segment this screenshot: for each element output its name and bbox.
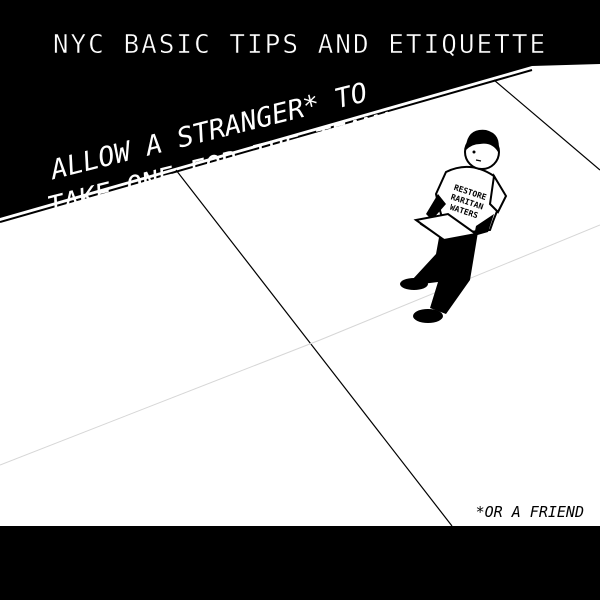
footnote: *OR A FRIEND xyxy=(476,503,584,521)
person-shoe-right xyxy=(413,309,443,323)
person-eye xyxy=(472,150,476,154)
comic-title: NYC BASIC TIPS AND ETIQUETTE xyxy=(53,30,547,60)
person-shoe-left xyxy=(400,278,428,290)
comic-panel: NYC BASIC TIPS AND ETIQUETTE ALLOW A STR… xyxy=(0,0,600,600)
